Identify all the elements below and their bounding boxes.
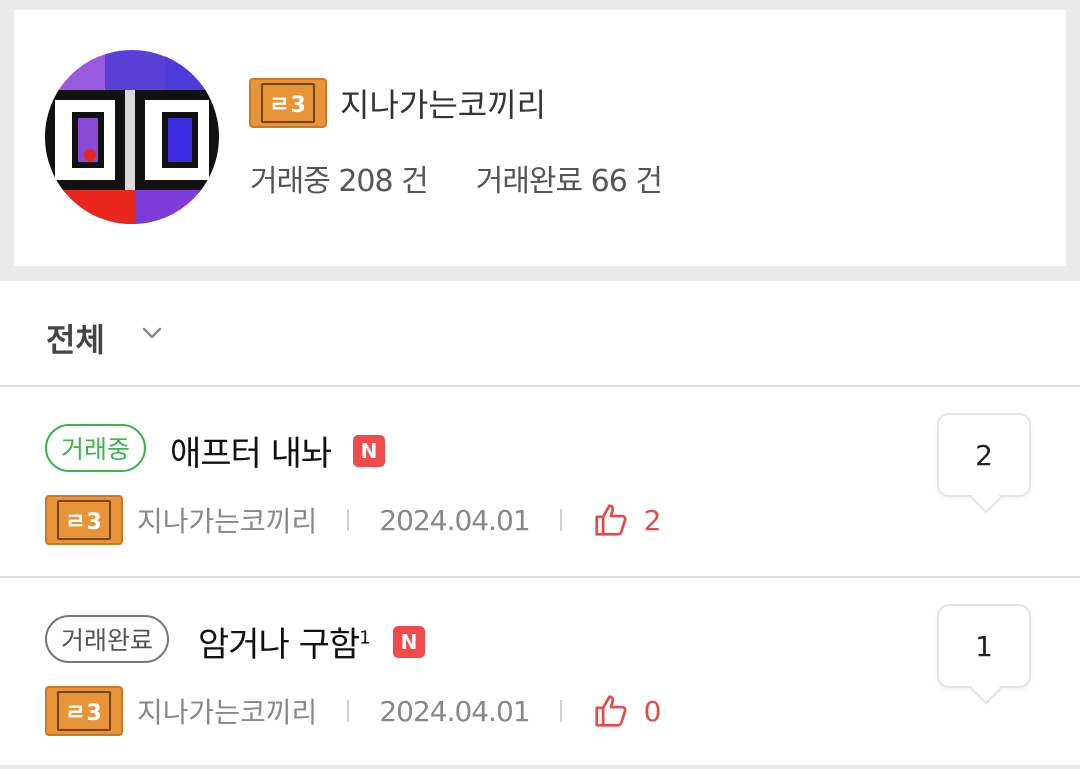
divider <box>347 700 350 722</box>
author-name[interactable]: 지나가는코끼리 <box>137 500 317 540</box>
comment-count-bubble[interactable]: 2 <box>937 413 1031 497</box>
status-badge: 거래중 <box>45 424 147 472</box>
trading-count[interactable]: 거래중 208 건 <box>250 156 429 200</box>
divider <box>559 509 562 531</box>
post-title[interactable]: 암거나 구함1 <box>198 617 371 666</box>
thumbs-up-icon <box>595 504 627 536</box>
divider <box>347 509 350 531</box>
list-item[interactable]: 거래완료 암거나 구함1 N ㄹ3 지나가는코끼리 2024.04.01 0 1 <box>0 579 1080 769</box>
filter-bar[interactable]: 전체 <box>0 281 1080 387</box>
avatar[interactable] <box>45 50 219 224</box>
level-badge: ㄹ3 <box>45 686 123 736</box>
post-date: 2024.04.01 <box>379 503 530 537</box>
like-count: 0 <box>643 694 662 728</box>
comment-count-bubble[interactable]: 1 <box>937 604 1031 688</box>
list-item[interactable]: 거래중 애프터 내놔 N ㄹ3 지나가는코끼리 2024.04.01 2 2 <box>0 388 1080 578</box>
comment-count: 1 <box>975 629 993 663</box>
profile-card: ㄹ3 지나가는코끼리 거래중 208 건 거래완료 66 건 <box>14 10 1066 266</box>
comment-count: 2 <box>975 438 993 472</box>
author-name[interactable]: 지나가는코끼리 <box>137 691 317 731</box>
chevron-down-icon[interactable] <box>140 321 164 345</box>
trade-stats: 거래중 208 건 거래완료 66 건 <box>250 156 663 200</box>
divider <box>559 700 562 722</box>
level-badge: ㄹ3 <box>249 78 327 128</box>
like-count: 2 <box>643 503 662 537</box>
post-date: 2024.04.01 <box>379 694 530 728</box>
profile-nickname[interactable]: 지나가는코끼리 <box>340 80 546 126</box>
post-list-area: 전체 거래중 애프터 내놔 N ㄹ3 지나가는코끼리 2024.04.01 2 … <box>0 281 1080 765</box>
filter-label[interactable]: 전체 <box>46 315 105 361</box>
level-badge: ㄹ3 <box>45 495 123 545</box>
completed-count[interactable]: 거래완료 66 건 <box>476 156 663 200</box>
status-badge: 거래완료 <box>45 615 170 663</box>
post-meta: ㄹ3 지나가는코끼리 2024.04.01 0 <box>45 686 661 736</box>
new-badge: N <box>353 435 385 467</box>
thumbs-up-icon <box>595 695 627 727</box>
post-meta: ㄹ3 지나가는코끼리 2024.04.01 2 <box>45 495 661 545</box>
avatar-image <box>45 50 219 224</box>
post-title[interactable]: 애프터 내놔 <box>170 426 332 475</box>
new-badge: N <box>393 626 425 658</box>
